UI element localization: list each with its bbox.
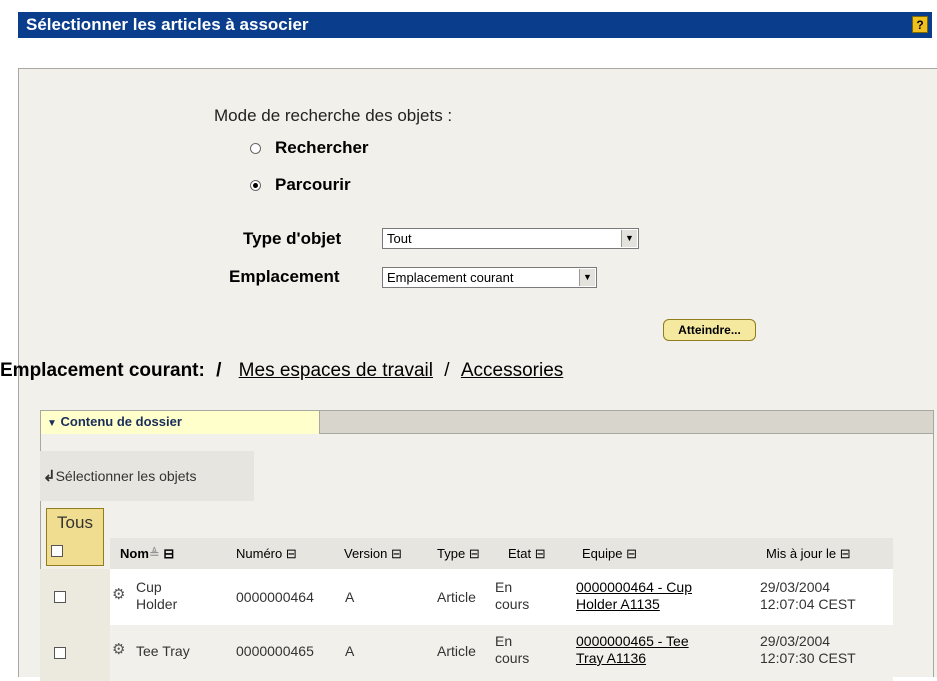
dialog-title-bar: Sélectionner les articles à associer ? [18, 12, 932, 38]
column-menu-icon: ⊟ [626, 546, 638, 561]
breadcrumb-separator: / [444, 360, 450, 381]
column-menu-icon: ⊟ [839, 546, 851, 561]
column-header-state[interactable]: Etat ⊟ [508, 546, 546, 562]
row-team-link[interactable]: 0000000464 - Cup Holder A1135 [576, 579, 692, 613]
row-name[interactable]: Tee Tray [136, 643, 190, 660]
table-row[interactable]: ⚙ Tee Tray 0000000465 A Article En cours … [40, 625, 893, 681]
column-menu-icon: ⊟ [391, 546, 402, 561]
row-version: A [345, 643, 355, 659]
column-header-updated[interactable]: Mis à jour le ⊟ [766, 546, 851, 562]
column-header-type[interactable]: Type ⊟ [437, 546, 480, 562]
search-mode-label: Mode de recherche des objets : [214, 106, 453, 125]
column-menu-icon: ⊟ [468, 546, 480, 561]
table-header: Nom≜ ⊟ Numéro ⊟ Version ⊟ Type ⊟ Etat ⊟ … [110, 538, 893, 569]
chevron-down-icon[interactable]: ▼ [579, 269, 595, 286]
location-select[interactable]: Emplacement courant ▼ [382, 267, 597, 288]
chevron-down-icon[interactable]: ▼ [621, 230, 637, 247]
column-menu-icon: ⊟ [534, 546, 546, 561]
row-state: En cours [495, 579, 530, 612]
row-type: Article [437, 643, 476, 659]
return-arrow-icon: ↲ [43, 468, 56, 485]
row-checkbox[interactable] [54, 591, 66, 603]
breadcrumb: Emplacement courant: / Mes espaces de tr… [0, 360, 563, 382]
column-header-name[interactable]: Nom≜ ⊟ [120, 546, 174, 562]
radio-button-browse[interactable] [250, 180, 261, 192]
location-label: Emplacement [229, 267, 340, 286]
column-menu-icon: ⊟ [285, 546, 297, 561]
breadcrumb-root[interactable]: / [216, 360, 221, 381]
part-gear-icon: ⚙ [112, 586, 126, 603]
column-menu-icon: ⊟ [163, 546, 175, 561]
object-type-value: Tout [387, 231, 412, 246]
radio-label-browse: Parcourir [275, 175, 351, 194]
help-button[interactable]: ? [912, 16, 928, 33]
select-objects-button[interactable]: ↲Sélectionner les objets [40, 451, 254, 501]
row-state: En cours [495, 633, 530, 666]
tab-folder-contents[interactable]: ▼ Contenu de dossier [41, 411, 320, 434]
row-version: A [345, 589, 355, 605]
current-location-label: Emplacement courant: [0, 360, 205, 381]
row-team-link[interactable]: 0000000465 - Tee Tray A1136 [576, 633, 689, 667]
column-header-team[interactable]: Equipe ⊟ [582, 546, 637, 562]
row-type: Article [437, 589, 476, 605]
object-type-select[interactable]: Tout ▼ [382, 228, 639, 249]
row-number: 0000000464 [236, 589, 314, 605]
row-checkbox[interactable] [54, 647, 66, 659]
row-number: 0000000465 [236, 643, 314, 659]
breadcrumb-link-workspaces[interactable]: Mes espaces de travail [239, 360, 433, 381]
collapse-triangle-icon[interactable]: ▼ [47, 418, 57, 429]
row-updated: 29/03/2004 12:07:30 CEST [760, 633, 856, 666]
select-all-control[interactable]: Tous [46, 508, 104, 566]
select-objects-label: Sélectionner les objets [55, 468, 197, 484]
part-gear-icon: ⚙ [112, 641, 126, 658]
select-all-label: Tous [57, 513, 93, 532]
table-row[interactable]: ⚙ Cup Holder 0000000464 A Article En cours… [40, 569, 893, 625]
sort-asc-icon: ≜ [148, 546, 160, 561]
radio-option-search[interactable]: Rechercher [250, 138, 369, 158]
breadcrumb-link-accessories[interactable]: Accessories [461, 360, 563, 381]
select-all-checkbox[interactable] [51, 545, 63, 557]
folder-tab-strip: ▼ Contenu de dossier [40, 410, 934, 434]
radio-button-search[interactable] [250, 143, 261, 155]
column-header-version[interactable]: Version ⊟ [344, 546, 402, 562]
go-button[interactable]: Atteindre... [663, 319, 756, 341]
row-updated: 29/03/2004 12:07:04 CEST [760, 579, 856, 612]
radio-option-browse[interactable]: Parcourir [250, 175, 351, 195]
object-type-label: Type d'objet [243, 229, 342, 248]
row-name[interactable]: Cup Holder [136, 579, 177, 613]
radio-label-search: Rechercher [275, 138, 369, 157]
location-value: Emplacement courant [387, 270, 514, 285]
tab-folder-contents-label: Contenu de dossier [60, 414, 182, 429]
dialog-title: Sélectionner les articles à associer [26, 15, 309, 34]
column-header-number[interactable]: Numéro ⊟ [236, 546, 297, 562]
